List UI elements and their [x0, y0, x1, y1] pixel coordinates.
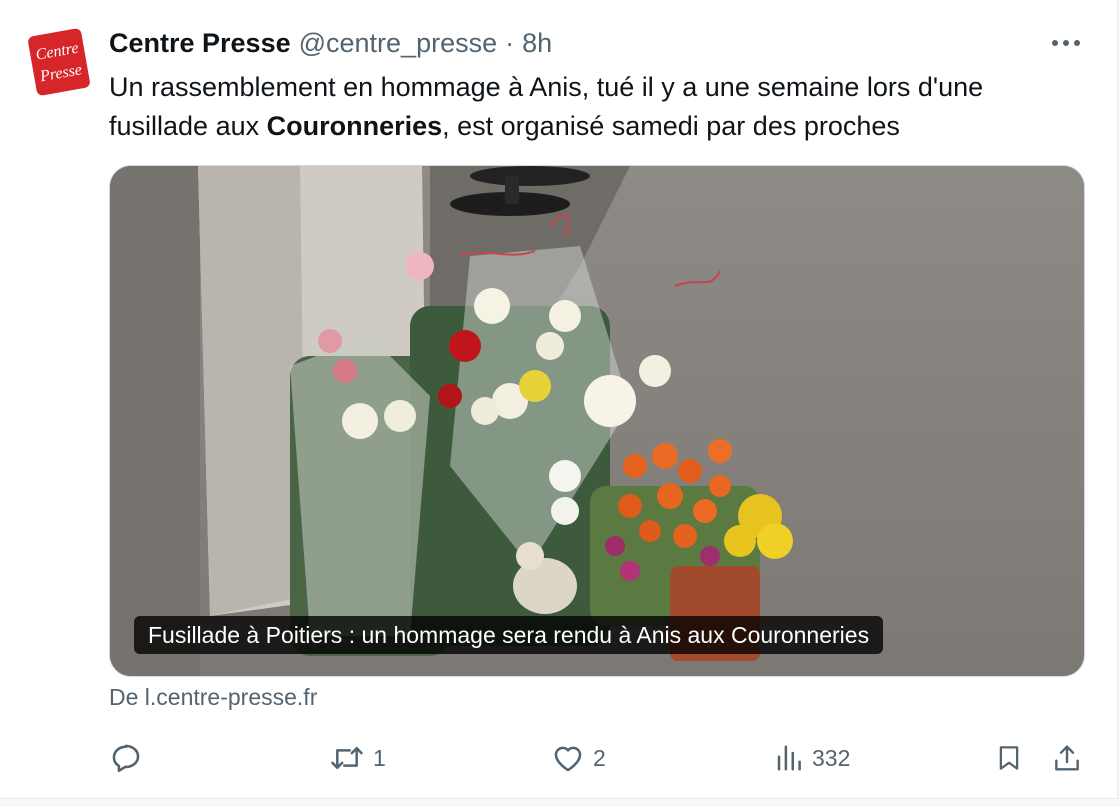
memorial-flowers-photo: [110, 166, 1084, 676]
bookmark-button[interactable]: [994, 735, 1024, 781]
share-button[interactable]: [1051, 735, 1083, 781]
retweet-count: 1: [373, 744, 386, 771]
author-name[interactable]: Centre Presse: [109, 28, 291, 59]
share-icon: [1055, 745, 1079, 771]
views-icon: [777, 745, 801, 771]
more-horizontal-icon: [1052, 40, 1080, 46]
retweet-icon: [331, 747, 363, 769]
tweet-card[interactable]: Centre Presse Centre Presse @centre_pres…: [0, 0, 1118, 799]
author-handle[interactable]: @centre_presse: [299, 28, 498, 59]
retweet-button[interactable]: 1: [329, 735, 386, 781]
tweet-text-bold[interactable]: Couronneries: [267, 111, 443, 141]
bookmark-icon: [999, 746, 1019, 770]
more-options-button[interactable]: [1049, 30, 1083, 56]
reply-button[interactable]: [109, 735, 151, 781]
tweet-text: Un rassemblement en hommage à Anis, tué …: [109, 68, 1069, 146]
views-count: 332: [812, 744, 851, 771]
tweet-text-part2: , est organisé samedi par des proches: [442, 111, 900, 141]
like-button[interactable]: 2: [551, 735, 606, 781]
tweet-timestamp[interactable]: 8h: [522, 28, 552, 59]
link-card-image[interactable]: Fusillade à Poitiers : un hommage sera r…: [109, 165, 1085, 677]
like-icon: [554, 746, 582, 772]
separator-dot: ·: [505, 28, 515, 58]
views-button[interactable]: 332: [774, 735, 850, 781]
tweet-header: Centre Presse @centre_presse · 8h: [109, 28, 1037, 60]
link-source[interactable]: De l.centre-presse.fr: [109, 684, 317, 711]
avatar[interactable]: Centre Presse: [26, 26, 92, 98]
link-card-caption[interactable]: Fusillade à Poitiers : un hommage sera r…: [134, 616, 884, 654]
action-bar: 1 2 332: [109, 735, 1089, 781]
like-count: 2: [593, 744, 606, 771]
reply-icon: [112, 744, 140, 773]
